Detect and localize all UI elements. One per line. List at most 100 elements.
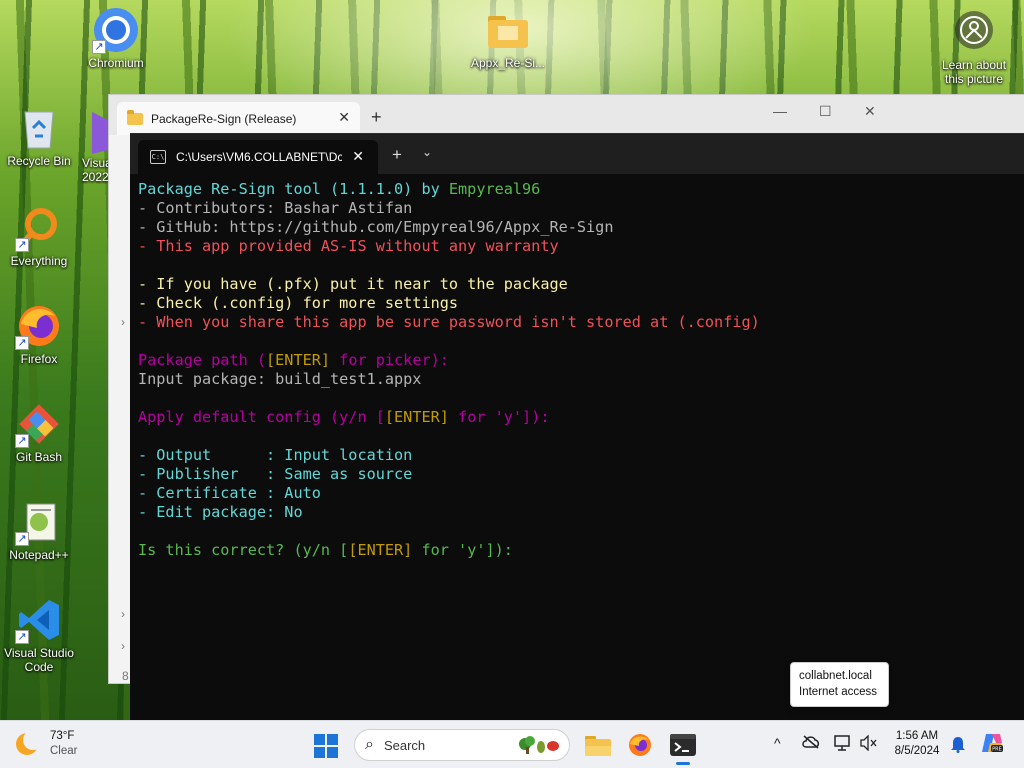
terminal-line: - Contributors: Bashar Astifan [138,199,1022,218]
desktop-icon-label: Recycle Bin [7,154,71,168]
chevron-down-icon[interactable]: ⌄ [422,145,432,159]
terminal-text-segment: - Contributors: Bashar Astifan [138,199,413,217]
terminal-output[interactable]: Package Re-Sign tool (1.1.1.0) by Empyre… [138,180,1022,720]
desktop-icon-chromium[interactable]: ↗ Chromium [78,6,154,70]
desktop-icon-label: Learn about this picture [941,58,1007,86]
copilot-icon[interactable]: PRE [980,731,1004,755]
terminal-line: - If you have (.pfx) put it near to the … [138,275,1022,294]
terminal-line: - Publisher : Same as source [138,465,1022,484]
terminal-line: - Output : Input location [138,446,1022,465]
terminal-text-segment: Is this correct? (y/n [ [138,541,349,559]
status-digit: 8 [122,669,129,683]
terminal-tab-title: C:\Users\VM6.COLLABNET\Dc [176,150,342,164]
volume-muted-icon[interactable] [860,734,878,754]
explorer-tab[interactable]: PackageRe-Sign (Release) ✕ [117,102,360,135]
expand-arrow-icon[interactable]: › [121,607,125,621]
desktop-icon-label: Chromium [88,56,144,70]
terminal-text-segment: - GitHub: https://github.com/Empyreal96/… [138,218,614,236]
tooltip-network-name: collabnet.local [799,670,872,682]
terminal-text-segment: Input package: build_test1.appx [138,370,422,388]
new-tab-button[interactable]: + [392,145,402,165]
weather-widget[interactable]: 73°F Clear [16,729,77,759]
terminal-line: - Check (.config) for more settings [138,294,1022,313]
terminal-line: Is this correct? (y/n [[ENTER] for 'y'])… [138,541,1022,560]
search-placeholder: Search [383,737,426,753]
desktop-icon-everything[interactable]: ↗ Everything [1,204,77,268]
weather-condition: Clear [50,745,78,757]
taskbar-terminal[interactable] [667,729,699,765]
terminal-text-segment: [ENTER] [266,351,331,369]
terminal-line: Package path ([ENTER] for picker): [138,351,1022,370]
start-button[interactable] [314,734,338,758]
desktop-icon-notepadpp[interactable]: ↗ Notepad++ [1,498,77,562]
taskbar-file-explorer[interactable] [582,729,614,761]
taskbar-firefox[interactable] [624,729,656,761]
terminal-line: - Certificate : Auto [138,484,1022,503]
new-tab-button[interactable]: + [371,107,382,128]
desktop-icon-label: Git Bash [15,450,63,464]
network-icon[interactable] [834,735,852,754]
folder-icon [484,6,532,54]
visual-studio-2022-icon [78,110,108,154]
desktop-icon-label: Visual 2022 [82,156,112,184]
terminal-text-segment: for picker): [330,351,449,369]
desktop-icon-firefox[interactable]: ↗ Firefox [1,302,77,366]
notepadpp-icon: ↗ [15,498,63,546]
close-tab-icon[interactable]: ✕ [338,109,350,126]
terminal-text-segment: for 'y']): [412,541,513,559]
terminal-line: Input package: build_test1.appx [138,370,1022,389]
search-input[interactable]: ⌕ Search [354,729,570,761]
tooltip-network-status: Internet access [799,686,877,698]
firefox-icon [629,734,651,756]
folder-icon [127,109,143,125]
vscode-icon: ↗ [15,596,63,644]
terminal-text-segment: Package Re-Sign tool (1.1.1.0) by [138,180,449,198]
desktop-icon-appx-folder[interactable]: Appx_Re-Si... [470,6,546,70]
desktop-icon-learn-about-picture[interactable]: Learn about this picture [936,8,1012,86]
terminal-icon [670,734,696,756]
explorer-tab-title: PackageRe-Sign (Release) [151,111,297,126]
expand-arrow-icon[interactable]: › [121,639,125,653]
expand-arrow-icon[interactable]: › [121,315,125,329]
terminal-tab-bar: C:\ C:\Users\VM6.COLLABNET\Dc ✕ + ⌄ [130,134,1024,174]
close-tab-icon[interactable]: ✕ [352,148,364,165]
desktop-icon-git-bash[interactable]: ↗ Git Bash [1,400,77,464]
terminal-text-segment: for 'y']): [448,408,550,426]
terminal-text-segment: [ENTER] [348,541,413,559]
clock[interactable]: 1:56 AM 8/5/2024 [888,729,946,759]
weather-temperature: 73°F [50,730,75,742]
close-window-button[interactable]: ✕ [864,103,876,120]
explorer-tab-bar: PackageRe-Sign (Release) ✕ + — ☐ ✕ [109,95,1024,135]
terminal-line: Apply default config (y/n [[ENTER] for '… [138,408,1022,427]
terminal-text-segment: - Edit package: No [138,503,303,521]
terminal-text-segment: Package path ( [138,351,267,369]
terminal-line: - This app provided AS-IS without any wa… [138,237,1022,256]
learn-about-picture-icon [950,8,998,56]
terminal-line: - GitHub: https://github.com/Empyreal96/… [138,218,1022,237]
show-hidden-icons-button[interactable]: ^ [774,735,781,751]
chromium-icon: ↗ [92,6,140,54]
clock-date: 8/5/2024 [894,745,940,757]
onedrive-offline-icon[interactable] [802,735,820,752]
everything-icon: ↗ [15,204,63,252]
moon-icon [16,730,43,755]
notification-bell-icon[interactable] [950,735,966,758]
terminal-tab[interactable]: C:\ C:\Users\VM6.COLLABNET\Dc ✕ [138,140,378,174]
desktop-icon-recycle-bin[interactable]: Recycle Bin [1,104,77,168]
terminal-text-segment: [ENTER] [384,408,449,426]
terminal-text-segment: Empyreal96 [448,180,541,198]
desktop-icon-label: Visual Studio Code [4,646,74,674]
terminal-line: - Edit package: No [138,503,1022,522]
minimize-button[interactable]: — [773,103,787,119]
folder-icon [585,736,611,756]
desktop-icon-visual-studio-2022[interactable]: Visual 2022 [78,110,112,184]
desktop-icon-vscode[interactable]: ↗ Visual Studio Code [1,596,77,674]
maximize-button[interactable]: ☐ [819,103,832,120]
clock-time: 1:56 AM [895,730,939,742]
desktop-icon-label: Notepad++ [9,548,69,562]
desktop-icon-label: Firefox [20,352,58,366]
terminal-window[interactable]: C:\ C:\Users\VM6.COLLABNET\Dc ✕ + ⌄ Pack… [130,133,1024,720]
